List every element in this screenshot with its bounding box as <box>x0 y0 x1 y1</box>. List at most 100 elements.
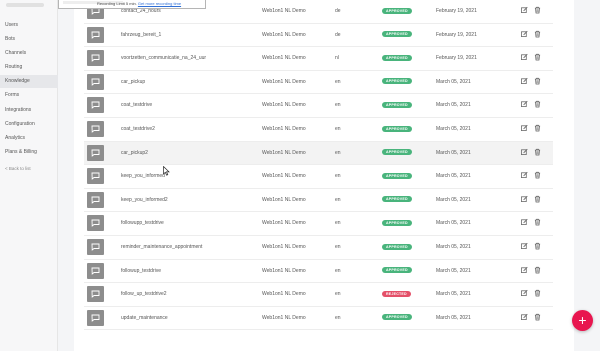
table-row[interactable]: reminder_maintenance_appointment Web1on1 … <box>84 236 553 260</box>
status-cell: APPROVED <box>382 307 422 331</box>
message-square-icon <box>87 144 104 161</box>
sidebar-item-routing[interactable]: Routing <box>0 61 58 74</box>
trash-icon[interactable] <box>534 77 541 85</box>
sidebar-item-analytics[interactable]: Analytics <box>0 132 58 145</box>
edit-icon[interactable] <box>521 148 528 156</box>
trash-icon[interactable] <box>534 124 541 132</box>
edit-icon[interactable] <box>521 313 528 321</box>
edit-icon[interactable] <box>521 266 528 274</box>
template-date: March 05, 2021 <box>436 220 471 227</box>
edit-icon[interactable] <box>521 195 528 203</box>
sidebar-header <box>0 0 58 12</box>
sidebar-item-integrations[interactable]: Integrations <box>0 104 58 117</box>
template-name[interactable]: fahrzeug_bereit_1 <box>121 24 251 48</box>
sidebar-item-channels[interactable]: Channels <box>0 47 58 60</box>
edit-icon[interactable] <box>521 218 528 226</box>
message-square-icon <box>87 286 104 303</box>
sidebar-item-bots[interactable]: Bots <box>0 33 58 46</box>
template-language: nl <box>335 55 339 62</box>
template-team: Web1on1 NL Demo <box>262 291 306 298</box>
status-cell: APPROVED <box>382 165 422 189</box>
status-badge: APPROVED <box>382 267 412 274</box>
edit-icon[interactable] <box>521 30 528 38</box>
status-badge: APPROVED <box>382 243 412 250</box>
template-name[interactable]: keep_you_informed <box>121 165 251 189</box>
template-name[interactable]: voortzetten_communicatie_na_24_uur <box>121 47 251 71</box>
edit-icon[interactable] <box>521 100 528 108</box>
template-team: Web1on1 NL Demo <box>262 267 306 274</box>
trash-icon[interactable] <box>534 148 541 156</box>
template-team: Web1on1 NL Demo <box>262 31 306 38</box>
template-name[interactable]: follow_up_testdrive2 <box>121 283 251 307</box>
status-badge: APPROVED <box>382 7 412 14</box>
template-name[interactable]: update_maintenance <box>121 307 251 331</box>
message-square-icon <box>87 309 104 326</box>
table-row[interactable]: update_maintenance Web1on1 NL Demo en APPRO… <box>84 307 553 331</box>
table-row[interactable]: follow_up_testdrive2 Web1on1 NL Demo en REJ… <box>84 283 553 307</box>
template-team: Web1on1 NL Demo <box>262 149 306 156</box>
template-language: en <box>335 267 341 274</box>
edit-icon[interactable] <box>521 6 528 14</box>
edit-icon[interactable] <box>521 242 528 250</box>
sidebar-item-forms[interactable]: Forms <box>0 89 58 102</box>
template-name[interactable]: car_pickup <box>121 71 251 95</box>
template-name[interactable]: followupp_testdrive <box>121 212 251 236</box>
sidebar-item-knowledge[interactable]: Knowledge <box>0 75 58 88</box>
add-template-button[interactable]: + <box>572 310 593 331</box>
row-actions <box>521 242 545 252</box>
sidebar-item-users[interactable]: Users <box>0 19 58 32</box>
row-actions <box>521 313 545 323</box>
back-to-list-link[interactable]: < Back to list <box>5 166 31 171</box>
template-name[interactable]: coat_testdrive2 <box>121 118 251 142</box>
table-row[interactable]: car_pickup2 Web1on1 NL Demo en APPROVED Marc… <box>84 141 553 166</box>
trash-icon[interactable] <box>534 100 541 108</box>
status-cell: APPROVED <box>382 212 422 236</box>
trash-icon[interactable] <box>534 266 541 274</box>
template-date: February 19, 2021 <box>436 8 477 14</box>
template-name[interactable]: keep_you_informed2 <box>121 189 251 213</box>
status-badge: APPROVED <box>382 78 412 85</box>
edit-icon[interactable] <box>521 124 528 132</box>
status-badge: APPROVED <box>382 149 412 156</box>
trash-icon[interactable] <box>534 171 541 179</box>
trash-icon[interactable] <box>534 6 541 14</box>
trash-icon[interactable] <box>534 195 541 203</box>
edit-icon[interactable] <box>521 289 528 297</box>
table-row[interactable]: followupp_testdrive Web1on1 NL Demo en APPR… <box>84 212 553 236</box>
table-row[interactable]: car_pickup Web1on1 NL Demo en APPROVED March… <box>84 71 553 95</box>
status-cell: APPROVED <box>382 118 422 142</box>
more-recording-time-link[interactable]: Get more recording time <box>138 1 181 6</box>
template-date: March 05, 2021 <box>436 267 471 274</box>
row-actions <box>521 53 545 63</box>
template-team: Web1on1 NL Demo <box>262 126 306 132</box>
status-cell: APPROVED <box>382 94 422 118</box>
template-name[interactable]: car_pickup2 <box>121 142 251 166</box>
message-square-icon <box>87 50 104 67</box>
sidebar-item-configuration[interactable]: Configuration <box>0 118 58 131</box>
mouse-cursor-icon <box>163 166 170 176</box>
trash-icon[interactable] <box>534 30 541 38</box>
trash-icon[interactable] <box>534 313 541 321</box>
table-row[interactable]: keep_you_informed2 Web1on1 NL Demo en APPRO… <box>84 189 553 213</box>
table-row[interactable]: fahrzeug_bereit_1 Web1on1 NL Demo de APPROV… <box>84 24 553 48</box>
sidebar-item-plans-billing[interactable]: Plans & Billing <box>0 146 58 159</box>
template-name[interactable]: followup_testdrive <box>121 260 251 284</box>
trash-icon[interactable] <box>534 218 541 226</box>
template-date: March 05, 2021 <box>436 126 471 132</box>
table-row[interactable]: voortzetten_communicatie_na_24_uur Web1on… <box>84 47 553 71</box>
table-row[interactable]: keep_you_informed Web1on1 NL Demo en APPROV… <box>84 165 553 189</box>
table-row[interactable]: coat_testdrive2 Web1on1 NL Demo en APPROVED… <box>84 118 553 142</box>
table-row[interactable]: coat_testdrive Web1on1 NL Demo en APPROVED M… <box>84 94 553 118</box>
template-date: March 05, 2021 <box>436 102 471 109</box>
table-row[interactable]: followup_testdrive Web1on1 NL Demo en APPRO… <box>84 260 553 284</box>
trash-icon[interactable] <box>534 242 541 250</box>
edit-icon[interactable] <box>521 171 528 179</box>
trash-icon[interactable] <box>534 289 541 297</box>
template-name[interactable]: reminder_maintenance_appointment <box>121 236 251 260</box>
trash-icon[interactable] <box>534 53 541 61</box>
message-square-icon <box>87 239 104 255</box>
template-date: March 05, 2021 <box>436 244 471 250</box>
edit-icon[interactable] <box>521 77 528 85</box>
edit-icon[interactable] <box>521 53 528 61</box>
template-name[interactable]: coat_testdrive <box>121 94 251 118</box>
